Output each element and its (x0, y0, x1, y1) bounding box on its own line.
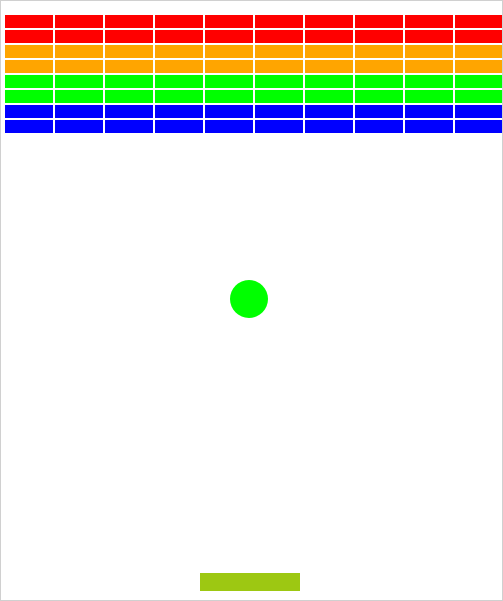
brick (405, 45, 453, 58)
brick (305, 75, 353, 88)
brick (255, 30, 303, 43)
brick (55, 60, 103, 73)
brick (55, 120, 103, 133)
brick (5, 90, 53, 103)
brick (105, 45, 153, 58)
brick (5, 60, 53, 73)
brick (5, 45, 53, 58)
brick (55, 30, 103, 43)
brick (355, 120, 403, 133)
brick (155, 105, 203, 118)
brick (305, 120, 353, 133)
brick (155, 60, 203, 73)
brick (255, 45, 303, 58)
brick (255, 120, 303, 133)
brick (55, 105, 103, 118)
brick (455, 90, 502, 103)
brick (205, 105, 253, 118)
brick (105, 75, 153, 88)
brick (305, 105, 353, 118)
brick (305, 90, 353, 103)
brick (255, 75, 303, 88)
brick (355, 90, 403, 103)
brick (455, 30, 502, 43)
brick (5, 15, 53, 28)
brick (355, 75, 403, 88)
brick (405, 75, 453, 88)
brick (355, 60, 403, 73)
brick (455, 120, 502, 133)
brick (205, 30, 253, 43)
brick (105, 120, 153, 133)
brick (205, 75, 253, 88)
brick (405, 90, 453, 103)
brick (455, 60, 502, 73)
brick (405, 30, 453, 43)
brick (105, 15, 153, 28)
brick (305, 30, 353, 43)
brick (305, 15, 353, 28)
brick (305, 60, 353, 73)
brick (405, 120, 453, 133)
brick (55, 90, 103, 103)
brick (155, 75, 203, 88)
brick (155, 120, 203, 133)
brick (205, 45, 253, 58)
brick (455, 15, 502, 28)
brick (5, 105, 53, 118)
brick (55, 75, 103, 88)
game-canvas[interactable] (0, 0, 503, 601)
brick (105, 60, 153, 73)
brick (405, 15, 453, 28)
brick (205, 90, 253, 103)
brick (405, 105, 453, 118)
paddle[interactable] (200, 573, 300, 591)
brick (355, 105, 403, 118)
brick (255, 105, 303, 118)
brick (5, 75, 53, 88)
brick (255, 90, 303, 103)
brick (205, 60, 253, 73)
brick (155, 90, 203, 103)
brick (255, 15, 303, 28)
brick (55, 45, 103, 58)
brick (105, 105, 153, 118)
brick (105, 30, 153, 43)
brick (155, 15, 203, 28)
ball (230, 280, 268, 318)
brick (5, 30, 53, 43)
brick (155, 45, 203, 58)
brick (155, 30, 203, 43)
brick (455, 45, 502, 58)
brick (405, 60, 453, 73)
brick (205, 120, 253, 133)
brick (455, 105, 502, 118)
brick (455, 75, 502, 88)
brick (55, 15, 103, 28)
brick (255, 60, 303, 73)
brick (105, 90, 153, 103)
brick (355, 30, 403, 43)
brick (205, 15, 253, 28)
brick (355, 15, 403, 28)
brick (5, 120, 53, 133)
brick (355, 45, 403, 58)
brick (305, 45, 353, 58)
